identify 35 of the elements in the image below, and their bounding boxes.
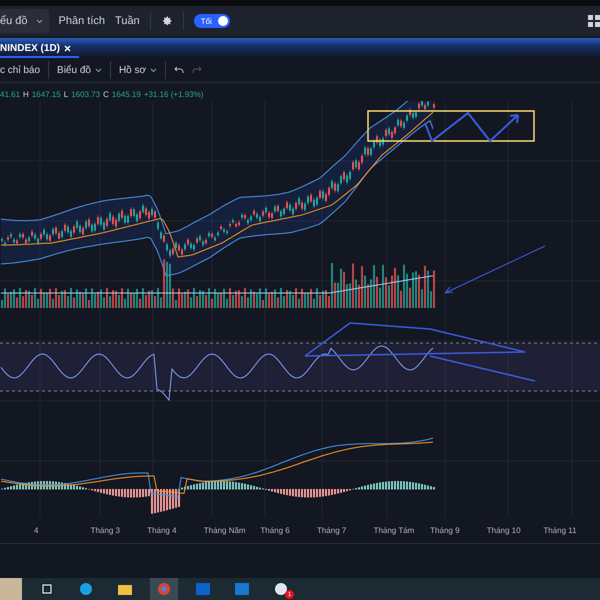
open-value: 41.61 [0, 90, 20, 98]
axis-label: Tháng Năm [204, 526, 247, 534]
caret-icon [94, 68, 102, 72]
caret-icon [36, 18, 43, 24]
axis-label: Tháng 4 [147, 526, 178, 534]
caret-icon [150, 68, 158, 72]
axis-label: Tháng 10 [486, 526, 522, 534]
change-value: +31.16 (+1.93%) [144, 90, 204, 98]
axis-label: 4 [34, 526, 40, 534]
undo-icon[interactable] [174, 65, 184, 75]
high-value: 1647.15 [32, 90, 61, 98]
axis-label: Tháng 3 [90, 526, 121, 534]
candlestick [433, 102, 435, 110]
low-value: 1603.73 [71, 90, 100, 98]
chart-menu-dropdown[interactable]: ểu đồ [0, 9, 49, 33]
close-icon[interactable] [64, 44, 72, 52]
low-label: L [64, 90, 68, 98]
browser-icon[interactable] [150, 578, 178, 600]
axis-label: Tháng 9 [430, 526, 461, 534]
settings-icon[interactable] [160, 15, 173, 27]
axis-label: Tháng 11 [543, 526, 578, 534]
close-label: C [103, 90, 109, 98]
chat-app-icon[interactable] [274, 582, 288, 596]
week-link[interactable]: Tuần [115, 15, 140, 27]
indicators-button[interactable]: c chỉ báo [0, 64, 40, 76]
chart-dropdown[interactable]: Biểu đồ [57, 64, 102, 76]
high-label: H [23, 90, 29, 98]
profile-dropdown[interactable]: Hồ sơ [118, 64, 158, 76]
grid-icon[interactable] [588, 15, 600, 27]
axis-label: Tháng 7 [316, 526, 348, 534]
axis-label: Tháng 6 [260, 526, 291, 534]
close-value: 1645.19 [112, 90, 141, 98]
analysis-link[interactable]: Phân tích [58, 15, 106, 27]
theme-toggle[interactable]: Tối [194, 14, 230, 28]
axis-label: Tháng Tám [374, 526, 416, 534]
